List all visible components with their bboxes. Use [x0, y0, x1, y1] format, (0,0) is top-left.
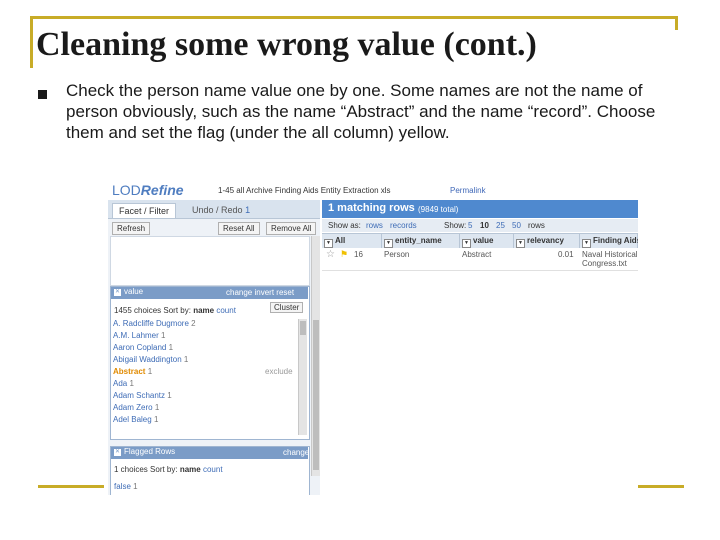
matching-rows-bar: 1 matching rows (9849 total)	[322, 200, 638, 218]
column-header-relevancy[interactable]: ▼ relevancy	[514, 234, 580, 248]
facet-choice[interactable]: Ada 1	[113, 379, 299, 391]
facet-empty-area	[110, 236, 310, 286]
column-menu-icon[interactable]: ▼	[384, 239, 393, 248]
sort-by-label: Sort by:	[150, 465, 178, 474]
cluster-button[interactable]: Cluster	[270, 302, 304, 313]
column-menu-icon[interactable]: ▼	[516, 239, 525, 248]
value-facet-scrollbar[interactable]	[298, 319, 307, 435]
title-deco-horizontal-line	[30, 16, 678, 19]
view-options-row: Show as: rows records Show: 5 10 25 50 r…	[322, 219, 638, 232]
facet-choice[interactable]: Adam Schantz 1	[113, 391, 299, 403]
page-size-50[interactable]: 50	[512, 221, 521, 230]
sort-by-count-link[interactable]: count	[203, 465, 223, 474]
choices-count: 1455 choices	[114, 306, 162, 315]
column-header-all[interactable]: ▼ All	[322, 234, 382, 248]
page-size-suffix: rows	[528, 221, 545, 230]
matching-rows-count: 1 matching rows	[328, 202, 415, 214]
flagged-change-link[interactable]: change	[283, 448, 309, 457]
facet-close-icon[interactable]: ✕	[114, 449, 121, 456]
star-icon[interactable]: ☆	[326, 249, 335, 260]
show-as-records-link[interactable]: records	[390, 221, 417, 230]
show-as-label: Show as:	[328, 221, 361, 230]
value-facet-list: A. Radcliffe Dugmore 2 A.M. Lahmer 1 Aar…	[113, 319, 299, 435]
value-facet-scrollbar-thumb[interactable]	[300, 321, 306, 335]
cell-entity-name[interactable]: Person	[384, 250, 409, 259]
flag-icon[interactable]: ⚑	[340, 249, 348, 260]
remove-all-button[interactable]: Remove All	[266, 222, 317, 235]
facet-choice[interactable]: Adam Zero 1	[113, 403, 299, 415]
project-name: 1-45 all Archive Finding Aids Entity Ext…	[218, 186, 391, 195]
lod-refine-logo: LODRefine	[112, 182, 184, 198]
value-facet-actions: change invert reset	[226, 288, 294, 297]
left-panel-scrollbar[interactable]	[311, 236, 320, 476]
cell-finding-aids[interactable]: Naval Historical Congress.txt	[582, 250, 638, 268]
facet-choice-selected[interactable]: Abstract 1 exclude	[113, 367, 299, 379]
column-menu-icon[interactable]: ▼	[462, 239, 471, 248]
bullet-marker	[38, 90, 47, 99]
page-size-25[interactable]: 25	[496, 221, 505, 230]
facet-change-link[interactable]: change	[226, 288, 252, 297]
tab-facet-filter[interactable]: Facet / Filter	[112, 203, 177, 218]
table-header-row: ▼ All ▼ entity_name ▼ value ▼ relevancy ▼ Fin…	[322, 233, 638, 249]
page-size-5[interactable]: 5	[468, 221, 472, 230]
tab-undo-redo[interactable]: Undo / Redo 1	[192, 205, 250, 215]
footer-deco-line-left	[38, 485, 104, 488]
flagged-facet-choice[interactable]: false 1	[114, 482, 138, 491]
exclude-link[interactable]: exclude	[265, 367, 293, 376]
refine-screenshot: LODRefine 1-45 all Archive Finding Aids …	[108, 180, 638, 495]
total-rows: (9849 total)	[418, 205, 459, 214]
flagged-rows-facet-title: Flagged Rows	[124, 447, 176, 456]
facet-choice[interactable]: Aaron Copland 1	[113, 343, 299, 355]
row-index: 16	[354, 250, 363, 259]
facet-close-icon[interactable]: ✕	[114, 289, 121, 296]
sort-by-label: Sort by:	[163, 306, 191, 315]
value-facet-choices-row: 1455 choices Sort by: name count	[114, 306, 236, 315]
column-header-entity-name[interactable]: ▼ entity_name	[382, 234, 460, 248]
footer-deco-line-right	[638, 485, 684, 488]
left-scrollbar-thumb[interactable]	[313, 320, 319, 470]
refresh-button[interactable]: Refresh	[112, 222, 151, 235]
sort-by-name-link[interactable]: name	[193, 306, 214, 315]
flagged-facet-choices-row: 1 choices Sort by: name count	[114, 465, 223, 474]
bullet-text: Check the person name value one by one. …	[66, 81, 656, 142]
reset-all-button[interactable]: Reset All	[218, 222, 260, 235]
column-header-finding-aids[interactable]: ▼ Finding Aids	[580, 234, 638, 248]
column-header-value[interactable]: ▼ value	[460, 234, 514, 248]
facet-choice[interactable]: Adel Baleg 1	[113, 415, 299, 427]
facet-choice[interactable]: A. Radcliffe Dugmore 2	[113, 319, 299, 331]
value-facet-title: value	[124, 287, 144, 296]
column-menu-icon[interactable]: ▼	[324, 239, 333, 248]
facet-invert-link[interactable]: invert	[254, 288, 274, 297]
permalink-link[interactable]: Permalink	[450, 186, 486, 195]
show-as-rows-link[interactable]: rows	[366, 221, 383, 230]
choices-count: 1 choices	[114, 465, 148, 474]
show-label: Show:	[444, 221, 467, 230]
cell-relevancy[interactable]: 0.01	[558, 250, 574, 259]
facet-reset-link[interactable]: reset	[276, 288, 294, 297]
title-deco-vertical-line	[30, 16, 33, 68]
facet-choice[interactable]: A.M. Lahmer 1	[113, 331, 299, 343]
slide-title: Cleaning some wrong value (cont.)	[36, 26, 537, 63]
facet-choice[interactable]: Abigail Waddington 1	[113, 355, 299, 367]
table-row: ☆ ⚑ 16 Person Abstract 0.01 Naval Histor…	[322, 248, 638, 271]
cell-value[interactable]: Abstract	[462, 250, 491, 259]
sort-by-count-link[interactable]: count	[216, 306, 236, 315]
column-menu-icon[interactable]: ▼	[582, 239, 591, 248]
page-size-10[interactable]: 10	[480, 221, 489, 230]
flagged-rows-facet-header: ✕ Flagged Rows	[111, 447, 308, 459]
sort-by-name-link[interactable]: name	[180, 465, 201, 474]
